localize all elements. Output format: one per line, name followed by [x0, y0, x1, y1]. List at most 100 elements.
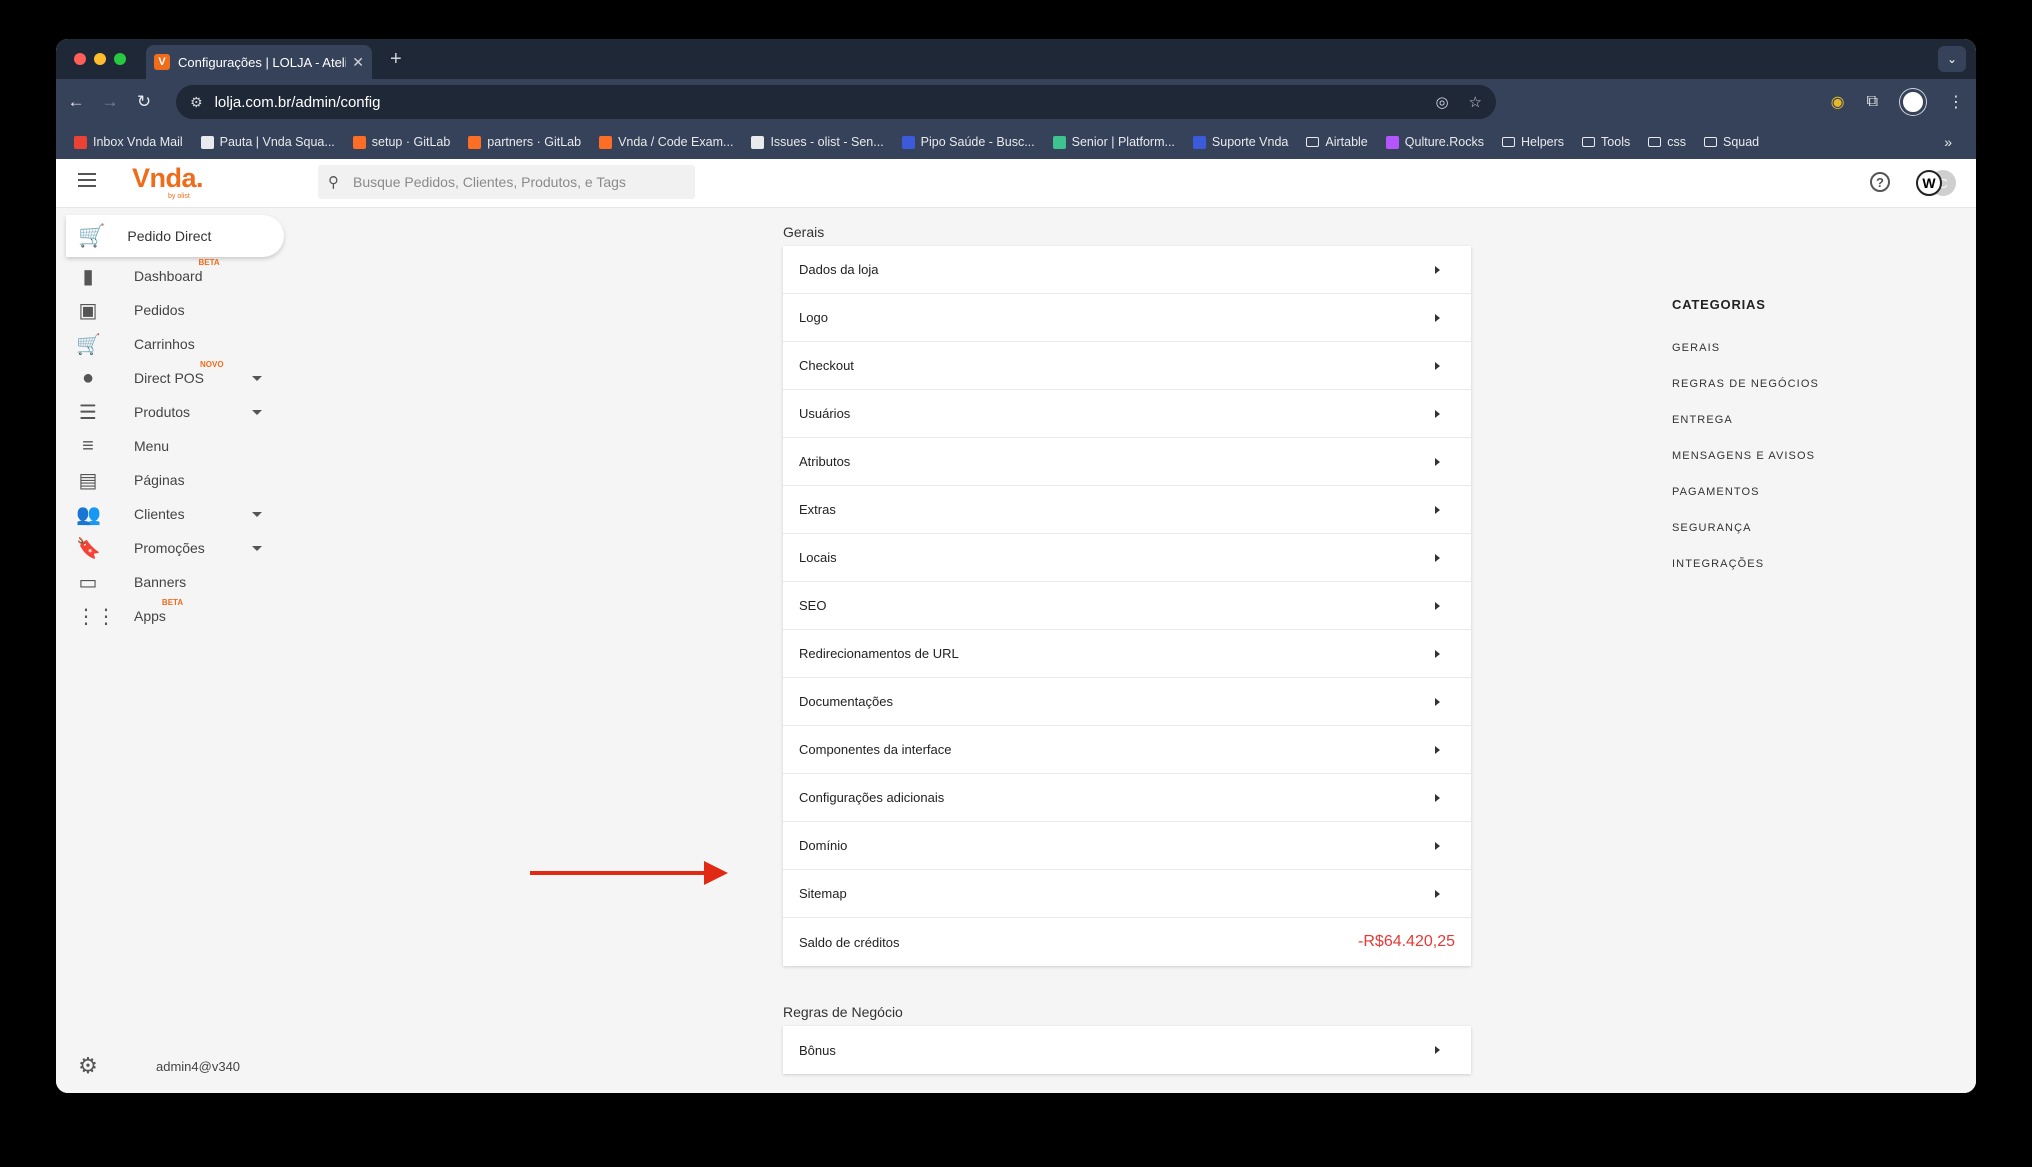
apps-grid-icon: ⋮⋮ [76, 605, 116, 628]
bookmark-item[interactable]: Pauta | Vnda Squa... [193, 135, 343, 149]
category-link[interactable]: GERAIS [1672, 330, 1819, 366]
bookmark-favicon-icon [1385, 135, 1399, 149]
chevron-down-icon[interactable] [252, 375, 262, 381]
bookmark-item[interactable]: Suporte Vnda [1185, 135, 1296, 149]
sidebar-item-label: Pedidos [134, 302, 185, 318]
config-row[interactable]: Configurações adicionais [783, 774, 1471, 822]
chevron-right-icon [1435, 601, 1440, 610]
bookmark-item[interactable]: setup · GitLab [345, 135, 459, 149]
config-row[interactable]: Extras [783, 486, 1471, 534]
vnda-logo[interactable]: Vnda. [132, 163, 204, 194]
new-tab-button[interactable]: + [390, 48, 402, 71]
browser-menu-icon[interactable]: ⋮ [1948, 92, 1964, 112]
sidebar-item-label: Produtos [134, 404, 191, 420]
search-input[interactable] [351, 173, 675, 191]
forward-button[interactable]: → [96, 88, 124, 116]
category-link[interactable]: SEGURANÇA [1672, 510, 1819, 546]
bookmark-item[interactable]: Qulture.Rocks [1378, 135, 1492, 149]
extensions-puzzle-icon[interactable]: ⧉ [1867, 93, 1878, 111]
config-row[interactable]: Bônus [783, 1026, 1471, 1074]
config-row[interactable]: Redirecionamentos de URL [783, 630, 1471, 678]
config-row-label: SEO [799, 598, 827, 613]
config-row-label: Dados da loja [799, 262, 879, 277]
config-row[interactable]: SEO [783, 582, 1471, 630]
bar-chart-icon: ▮ [82, 265, 94, 288]
reload-button[interactable]: ↻ [130, 88, 158, 116]
bookmark-star-icon[interactable]: ☆ [1469, 93, 1482, 111]
chevron-down-icon[interactable] [252, 409, 262, 415]
address-bar-actions: ◎ ☆ [1435, 93, 1482, 111]
bookmark-label: css [1667, 135, 1686, 149]
bookmark-item[interactable]: css [1640, 135, 1694, 149]
config-row[interactable]: Locais [783, 534, 1471, 582]
gear-icon[interactable]: ⚙ [76, 1053, 100, 1079]
config-row[interactable]: Dados da loja [783, 246, 1471, 294]
user-avatar[interactable]: C W [1916, 170, 1956, 196]
bookmark-item[interactable]: Inbox Vnda Mail [66, 135, 191, 149]
bookmark-item[interactable]: Helpers [1494, 135, 1572, 149]
config-row[interactable]: Documentações [783, 678, 1471, 726]
hamburger-menu-icon[interactable] [78, 173, 96, 191]
chevron-right-icon [1435, 265, 1440, 274]
folder-icon [1648, 137, 1662, 147]
bookmark-favicon-icon [599, 135, 613, 149]
profile-avatar-icon[interactable] [1900, 89, 1926, 115]
help-icon[interactable]: ? [1870, 172, 1890, 192]
sidebar-item-apps[interactable]: ⋮⋮ Apps BETA [56, 596, 286, 636]
status-badge: NOVO [200, 360, 224, 369]
chevron-right-icon [1435, 361, 1440, 370]
sidebar-item-label: Promoções [134, 540, 205, 556]
chevron-right-icon [1435, 745, 1440, 754]
chevron-down-icon[interactable] [252, 511, 262, 517]
bookmarks-overflow-icon[interactable]: » [1944, 134, 1952, 150]
categories-title: CATEGORIAS [1672, 297, 1766, 312]
folder-icon [1582, 137, 1596, 147]
config-row[interactable]: Checkout [783, 342, 1471, 390]
bookmark-item[interactable]: Senior | Platform... [1045, 135, 1183, 149]
sidebar-item-label: Carrinhos [134, 336, 195, 352]
category-link[interactable]: ENTREGA [1672, 402, 1819, 438]
status-badge: BETA [161, 598, 184, 607]
avatar-primary: W [1916, 170, 1942, 196]
site-info-icon[interactable]: ⚙ [190, 94, 203, 111]
maximize-window-button[interactable] [114, 53, 126, 65]
folder-icon [1306, 137, 1320, 147]
config-row[interactable]: Logo [783, 294, 1471, 342]
config-row[interactable]: Sitemap [783, 870, 1471, 918]
eye-off-icon[interactable]: ◎ [1435, 93, 1448, 111]
bookmark-item[interactable]: Squad [1696, 135, 1767, 149]
config-row-label: Bônus [799, 1042, 836, 1058]
close-window-button[interactable] [74, 53, 86, 65]
bookmark-item[interactable]: Issues - olist - Sen... [743, 135, 891, 149]
category-link[interactable]: REGRAS DE NEGÓCIOS [1672, 366, 1819, 402]
chevron-down-icon[interactable] [252, 545, 262, 551]
config-row[interactable]: Domínio [783, 822, 1471, 870]
config-row[interactable]: Usuários [783, 390, 1471, 438]
category-link[interactable]: INTEGRAÇÕES [1672, 546, 1819, 582]
bookmark-item[interactable]: partners · GitLab [460, 135, 589, 149]
monitor-icon: ▭ [78, 571, 98, 594]
bookmark-favicon-icon [1192, 135, 1206, 149]
global-search[interactable]: ⚲ [318, 165, 695, 199]
address-bar[interactable]: ⚙ lolja.com.br/admin/config ◎ ☆ [176, 85, 1496, 119]
tab-search-button[interactable]: ⌄ [1938, 46, 1966, 72]
pedido-direct-button[interactable]: 🛒 Pedido Direct [66, 215, 284, 257]
config-row[interactable]: Componentes da interface [783, 726, 1471, 774]
category-link[interactable]: PAGAMENTOS [1672, 474, 1819, 510]
config-row[interactable]: Atributos [783, 438, 1471, 486]
bookmark-item[interactable]: Tools [1574, 135, 1638, 149]
browser-tab[interactable]: V Configurações | LOLJA - Ateli ✕ [146, 45, 372, 79]
back-button[interactable]: ← [62, 88, 90, 116]
account-circle-icon: ● [81, 366, 95, 389]
bookmark-item[interactable]: Airtable [1298, 135, 1375, 149]
bookmark-item[interactable]: Pipo Saúde - Busc... [894, 135, 1043, 149]
sidebar-item-label: Clientes [134, 506, 185, 522]
status-badge: BETA [198, 258, 220, 267]
window-controls [74, 53, 126, 65]
minimize-window-button[interactable] [94, 53, 106, 65]
close-tab-icon[interactable]: ✕ [352, 54, 364, 71]
config-content: Gerais Dados da loja Logo Checkout Usuários… [783, 208, 1471, 1074]
category-link[interactable]: MENSAGENS E AVISOS [1672, 438, 1819, 474]
extension-icon[interactable]: ◉ [1831, 92, 1845, 112]
bookmark-item[interactable]: Vnda / Code Exam... [591, 135, 741, 149]
